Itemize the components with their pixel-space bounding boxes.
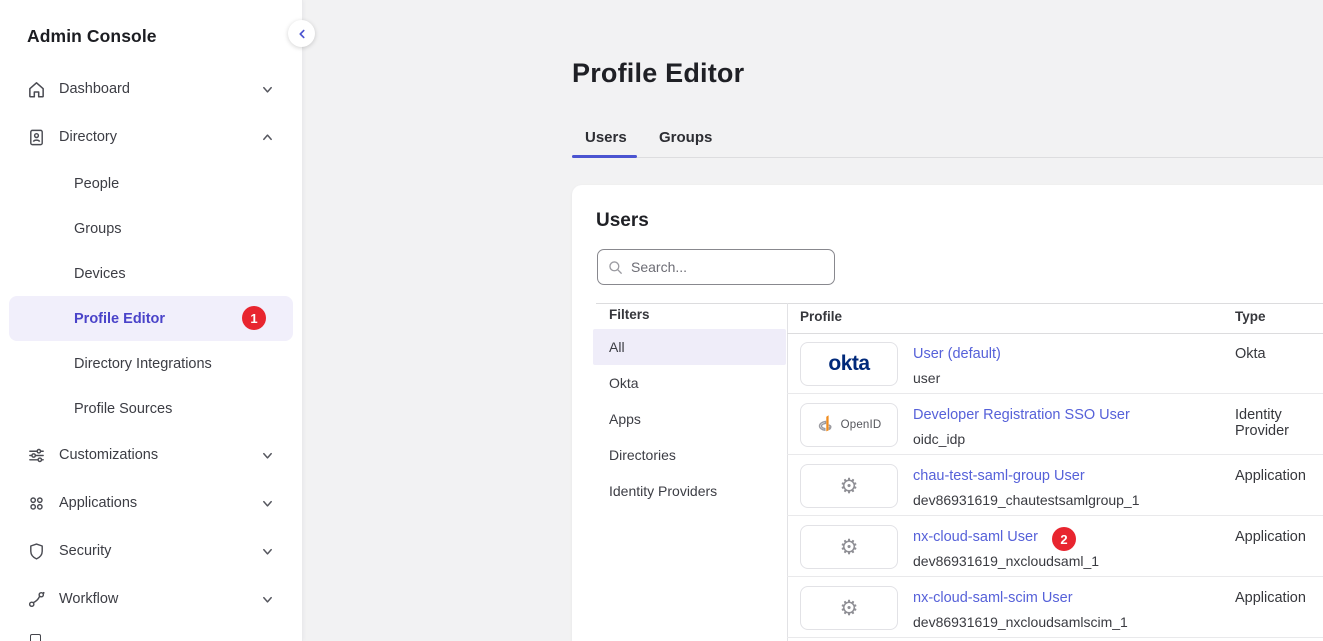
filter-item-directories[interactable]: Directories: [593, 437, 786, 473]
profile-type: Application: [1235, 468, 1306, 484]
sidebar-item-label: People: [74, 176, 119, 192]
filter-item-okta[interactable]: Okta: [593, 365, 786, 401]
profile-id: dev86931619_chautestsamlgroup_1: [913, 492, 1140, 508]
profile-id: oidc_idp: [913, 431, 965, 447]
okta-logo: okta: [800, 342, 898, 386]
sidebar-item-label: Groups: [74, 221, 122, 237]
search-input[interactable]: [631, 259, 824, 275]
sidebar-item-devices[interactable]: Devices: [0, 251, 302, 296]
profile-link[interactable]: User (default): [913, 346, 1001, 362]
sidebar-item-customizations[interactable]: Customizations: [0, 431, 302, 479]
sidebar-item-workflow[interactable]: Workflow: [0, 575, 302, 623]
sidebar-item-people[interactable]: People: [0, 161, 302, 206]
sidebar-item-profile-editor[interactable]: Profile Editor 1: [9, 296, 293, 341]
filter-item-identity-providers[interactable]: Identity Providers: [593, 473, 786, 509]
sidebar-collapse-button[interactable]: [288, 20, 315, 47]
chevron-down-icon: [261, 83, 274, 96]
chevron-up-icon: [261, 131, 274, 144]
filters-title: Filters: [609, 307, 650, 322]
chevron-down-icon: [261, 545, 274, 558]
shield-icon: [27, 542, 46, 561]
panel-top-border: [596, 303, 1323, 304]
filter-item-all[interactable]: All: [593, 329, 786, 365]
table-row: ⚙ chau-test-saml-group User dev86931619_…: [787, 455, 1323, 516]
sidebar-item-dashboard[interactable]: Dashboard: [0, 65, 302, 113]
sidebar-item-label: Devices: [74, 266, 126, 282]
column-header-type: Type: [1235, 309, 1266, 324]
search-box[interactable]: [597, 249, 835, 285]
annotation-badge-1: 1: [242, 306, 266, 330]
openid-logo: OpenID: [800, 403, 898, 447]
profile-id: dev86931619_nxcloudsamlscim_1: [913, 614, 1128, 630]
tabs-divider: [572, 157, 1323, 158]
tab-groups[interactable]: Groups: [659, 129, 712, 146]
profile-link[interactable]: chau-test-saml-group User: [913, 468, 1085, 484]
profile-type: Okta: [1235, 346, 1266, 362]
sidebar-item-label: Workflow: [59, 591, 261, 607]
sidebar-item-applications[interactable]: Applications: [0, 479, 302, 527]
sidebar-item-directory[interactable]: Directory: [0, 113, 302, 161]
search-icon: [608, 260, 623, 275]
table-row: okta User (default) user Okta: [787, 333, 1323, 394]
sidebar-item-directory-integrations[interactable]: Directory Integrations: [0, 341, 302, 386]
chevron-down-icon: [261, 593, 274, 606]
sidebar-item-security[interactable]: Security: [0, 527, 302, 575]
sidebar-item-label: Dashboard: [59, 81, 261, 97]
profile-id: dev86931619_nxcloudsaml_1: [913, 553, 1099, 569]
gear-icon: ⚙: [800, 464, 898, 508]
sidebar: Admin Console Dashboard Directory People: [0, 0, 303, 641]
profile-link[interactable]: Developer Registration SSO User: [913, 407, 1130, 423]
table-row: ⚙ nx-cloud-saml User 2 dev86931619_nxclo…: [787, 516, 1323, 577]
column-header-profile: Profile: [800, 309, 842, 324]
workflow-icon: [27, 590, 46, 609]
card-title: Users: [596, 210, 649, 232]
sliders-icon: [27, 446, 46, 465]
chevron-down-icon: [261, 449, 274, 462]
table-row: ⚙ nx-cloud-saml-scim User dev86931619_nx…: [787, 577, 1323, 638]
home-icon: [27, 80, 46, 99]
tab-users[interactable]: Users: [585, 129, 627, 146]
profile-id: user: [913, 370, 940, 386]
gear-icon: ⚙: [800, 525, 898, 569]
sidebar-item-label: Applications: [59, 495, 261, 511]
gear-icon: ⚙: [800, 586, 898, 630]
sidebar-nav: Dashboard Directory People Groups Device…: [0, 65, 302, 623]
profile-link[interactable]: nx-cloud-saml-scim User: [913, 590, 1073, 606]
openid-glyph: [817, 414, 837, 436]
profile-link[interactable]: nx-cloud-saml User: [913, 529, 1038, 545]
profile-type: Application: [1235, 590, 1306, 606]
table-row: OpenID Developer Registration SSO User o…: [787, 394, 1323, 455]
sidebar-item-label: Directory Integrations: [74, 356, 212, 372]
sidebar-item-profile-sources[interactable]: Profile Sources: [0, 386, 302, 431]
directory-submenu: People Groups Devices Profile Editor 1 D…: [0, 161, 302, 431]
sidebar-item-label: Profile Editor: [74, 311, 165, 327]
annotation-badge-2: 2: [1052, 527, 1076, 551]
sidebar-item-label: Directory: [59, 129, 261, 145]
profile-type: Identity Provider: [1235, 407, 1323, 439]
profile-type: Application: [1235, 529, 1306, 545]
sidebar-item-label: Customizations: [59, 447, 261, 463]
sidebar-item-groups[interactable]: Groups: [0, 206, 302, 251]
app-title: Admin Console: [27, 26, 157, 47]
sidebar-item-label: Security: [59, 543, 261, 559]
filter-list: All Okta Apps Directories Identity Provi…: [593, 329, 786, 509]
page-title: Profile Editor: [572, 58, 744, 89]
apps-grid-icon: [27, 494, 46, 513]
sidebar-item-label: Profile Sources: [74, 401, 172, 417]
clipped-nav-icon: [30, 634, 41, 641]
filter-item-apps[interactable]: Apps: [593, 401, 786, 437]
chevron-down-icon: [261, 497, 274, 510]
id-card-icon: [27, 128, 46, 147]
active-tab-underline: [572, 155, 637, 158]
